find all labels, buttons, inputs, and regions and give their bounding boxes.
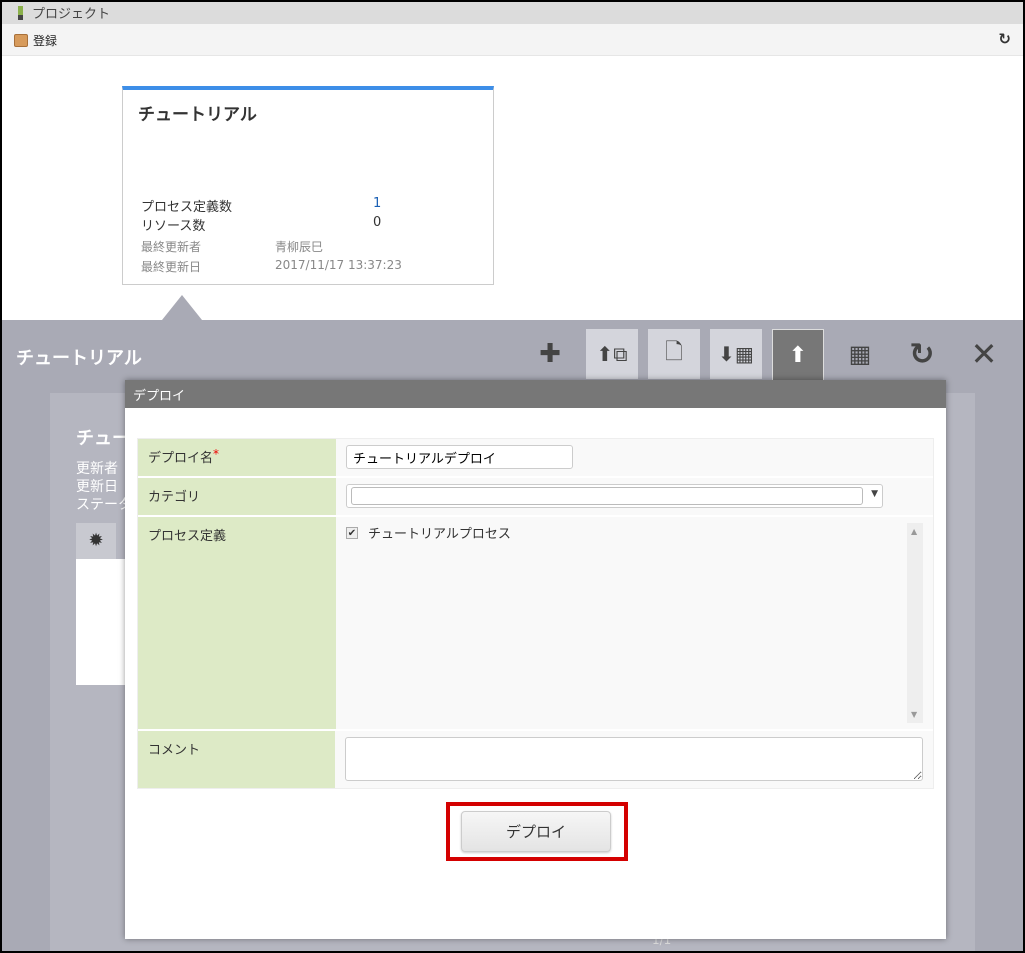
chevron-down-icon: ▼ bbox=[871, 489, 878, 499]
table-icon[interactable]: ▦ bbox=[834, 329, 886, 379]
updated-at-label: 最終更新日 bbox=[141, 260, 202, 274]
file-upload-icon[interactable]: 🗋 bbox=[648, 329, 700, 379]
project-card[interactable]: チュートリアル プロセス定義数 1 リソース数 0 最終更新者 青柳辰巳 最終更… bbox=[122, 86, 494, 285]
resource-label: リソース数 bbox=[141, 219, 206, 234]
app-window: プロジェクト 登録 ↻ チュートリアル プロセス定義数 1 リソース数 0 最終… bbox=[2, 2, 1023, 951]
deploy-dialog: デプロイ デプロイ名* カテゴリ ▼ プロセス定義 ✔ チュートリアルプロセス ▲… bbox=[125, 380, 946, 939]
category-select[interactable]: ▼ bbox=[346, 484, 883, 508]
deploy-button[interactable]: デプロイ bbox=[461, 811, 611, 852]
app-mark-icon bbox=[18, 6, 23, 20]
plus-icon[interactable]: ✚ bbox=[524, 329, 576, 379]
gear-icon[interactable]: ✹ bbox=[76, 523, 116, 559]
process-checkbox-item[interactable]: ✔ チュートリアルプロセス bbox=[346, 523, 923, 542]
updated-at: 2017/11/17 13:37:23 bbox=[275, 258, 402, 272]
refresh-icon[interactable]: ↻ bbox=[998, 30, 1011, 48]
scrollbar[interactable]: ▲ ▼ bbox=[907, 523, 923, 723]
bg-updated-by-label: 更新者 bbox=[76, 461, 118, 477]
deploy-name-input[interactable] bbox=[346, 445, 573, 469]
window-title: プロジェクト bbox=[32, 7, 111, 22]
updated-by: 青柳辰巳 bbox=[275, 240, 324, 254]
process-download-icon[interactable]: ⬇▦ bbox=[710, 329, 762, 379]
close-icon[interactable]: ✕ bbox=[958, 329, 1010, 379]
toolbar: 登録 ↻ bbox=[2, 24, 1023, 56]
process-upload-icon[interactable]: ⬆⧉ bbox=[586, 329, 638, 379]
bg-updated-at-label: 更新日 bbox=[76, 479, 118, 495]
process-def-count: 1 bbox=[373, 196, 382, 211]
panel-title: チュートリアル bbox=[16, 348, 142, 369]
comment-textarea[interactable] bbox=[345, 737, 923, 781]
updated-by-label: 最終更新者 bbox=[141, 240, 202, 254]
required-mark: * bbox=[213, 447, 220, 461]
process-item-label: チュートリアルプロセス bbox=[368, 527, 511, 542]
category-label: カテゴリ bbox=[138, 478, 336, 515]
register-button[interactable]: 登録 bbox=[14, 32, 57, 49]
card-pointer bbox=[162, 295, 202, 320]
register-label: 登録 bbox=[33, 34, 58, 48]
deploy-form: デプロイ名* カテゴリ ▼ プロセス定義 ✔ チュートリアルプロセス ▲▼ コメン… bbox=[137, 438, 934, 789]
project-title: チュートリアル bbox=[138, 105, 257, 125]
process-def-label: プロセス定義 bbox=[138, 517, 336, 729]
title-bar: プロジェクト bbox=[2, 2, 1023, 24]
deploy-icon[interactable]: ⬆ bbox=[772, 329, 824, 381]
resource-count: 0 bbox=[373, 215, 382, 230]
deploy-name-label: デプロイ名* bbox=[138, 439, 336, 476]
comment-label: コメント bbox=[138, 731, 335, 788]
refresh-icon[interactable]: ↻ bbox=[896, 329, 948, 379]
process-def-label: プロセス定義数 bbox=[141, 200, 233, 215]
checkbox[interactable]: ✔ bbox=[346, 526, 358, 539]
dialog-title: デプロイ bbox=[125, 380, 946, 408]
package-icon bbox=[14, 34, 28, 47]
